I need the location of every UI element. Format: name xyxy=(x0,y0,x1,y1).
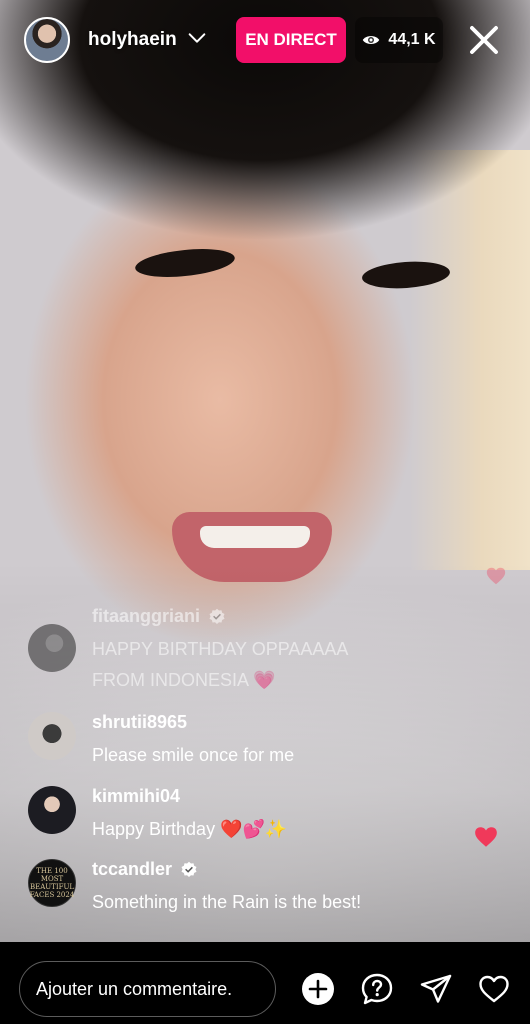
heart-icon[interactable] xyxy=(477,972,511,1006)
plus-icon[interactable] xyxy=(301,972,335,1006)
commenter-username[interactable]: tccandler xyxy=(92,859,198,880)
verified-icon xyxy=(209,608,225,624)
comment-text: Happy Birthday ❤️💕✨ xyxy=(92,819,288,839)
viewer-count: 44,1 K xyxy=(388,31,436,48)
video-teeth xyxy=(200,526,310,548)
comment-text: Please smile once for me xyxy=(92,745,295,765)
comment-input[interactable]: Ajouter un commentaire. xyxy=(19,961,276,1017)
close-icon[interactable] xyxy=(466,22,502,58)
heart-icon xyxy=(486,567,506,585)
comment-text: HAPPY BIRTHDAY OPPAAAAA FROM INDONESIA 💗 xyxy=(92,639,348,690)
comment-item[interactable]: kimmihi04 Happy Birthday ❤️💕✨ xyxy=(28,786,468,846)
avatar-logo-text: THE 100 MOST BEAUTIFUL FACES 2024 xyxy=(29,867,75,899)
verified-icon xyxy=(181,861,197,877)
bottom-bar: Ajouter un commentaire. xyxy=(0,942,530,1024)
comment-item[interactable]: shrutii8965 Please smile once for me xyxy=(28,712,468,772)
streamer-username[interactable]: holyhaein xyxy=(88,29,177,51)
heart-icon xyxy=(475,827,497,847)
live-badge: EN DIRECT xyxy=(236,17,346,63)
streamer-avatar[interactable] xyxy=(24,17,70,63)
commenter-avatar[interactable] xyxy=(28,624,76,672)
commenter-username[interactable]: fitaanggriani xyxy=(92,606,226,627)
commenter-username[interactable]: shrutii8965 xyxy=(92,712,187,733)
comment-text: Something in the Rain is the best! xyxy=(92,892,362,912)
commenter-avatar[interactable]: THE 100 MOST BEAUTIFUL FACES 2024 xyxy=(28,859,76,907)
question-icon[interactable] xyxy=(360,972,394,1006)
send-icon[interactable] xyxy=(419,972,453,1006)
comment-item[interactable]: fitaanggriani HAPPY BIRTHDAY OPPAAAAA FR… xyxy=(28,606,468,696)
commenter-avatar[interactable] xyxy=(28,712,76,760)
chevron-down-icon[interactable] xyxy=(186,27,208,49)
viewer-count-badge[interactable]: 44,1 K xyxy=(355,17,443,63)
commenter-username[interactable]: kimmihi04 xyxy=(92,786,180,807)
commenter-avatar[interactable] xyxy=(28,786,76,834)
eye-icon xyxy=(363,36,380,44)
comment-item[interactable]: THE 100 MOST BEAUTIFUL FACES 2024 tccand… xyxy=(28,859,468,919)
top-bar: holyhaein EN DIRECT 44,1 K xyxy=(0,0,530,80)
